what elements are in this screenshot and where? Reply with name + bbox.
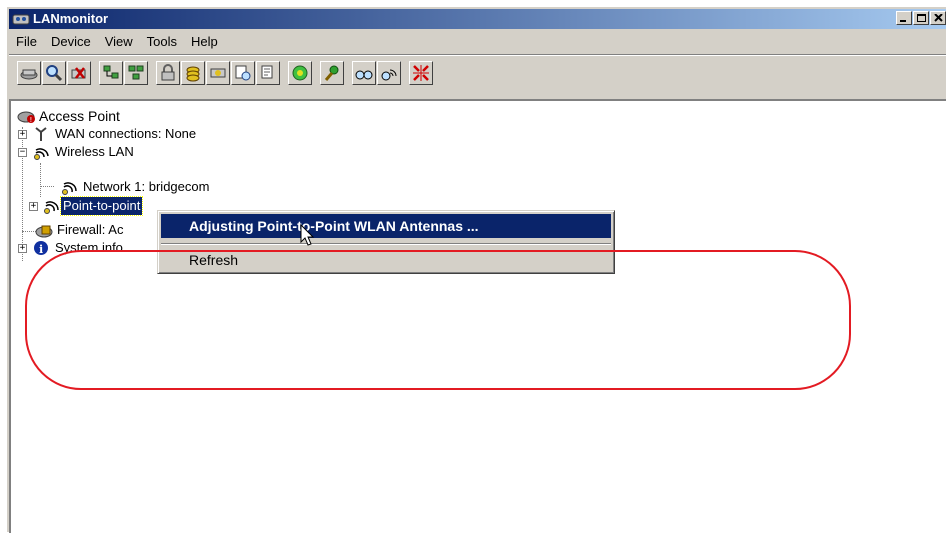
connect-button[interactable] bbox=[206, 61, 230, 85]
coins-icon bbox=[186, 66, 200, 82]
delete-device-icon bbox=[71, 67, 86, 79]
add-device-icon bbox=[20, 69, 38, 80]
device-info-icon bbox=[235, 65, 251, 81]
maximize-icon bbox=[917, 14, 926, 22]
coins-button[interactable] bbox=[181, 61, 205, 85]
collapse-all-button[interactable] bbox=[409, 61, 433, 85]
tree-label: Network 1: bridgecom bbox=[83, 179, 210, 194]
menu-separator bbox=[9, 54, 946, 56]
firewall-icon bbox=[35, 225, 53, 238]
tree-connector bbox=[40, 163, 41, 197]
wan-antenna-icon bbox=[35, 127, 47, 141]
wireless-network-icon bbox=[62, 182, 77, 195]
annotation-ellipse bbox=[25, 250, 851, 390]
lock-icon bbox=[161, 64, 175, 81]
expand-toggle[interactable]: + bbox=[18, 130, 27, 139]
tree-node-access-point[interactable]: ! Access Point bbox=[17, 107, 317, 125]
menu-file[interactable]: File bbox=[9, 32, 44, 52]
title-bar[interactable]: LANmonitor bbox=[9, 9, 946, 29]
tree-label-selected: Point-to-point bbox=[59, 196, 144, 216]
device-info-button[interactable] bbox=[231, 61, 255, 85]
device-log-button[interactable] bbox=[256, 61, 280, 85]
trace-button[interactable] bbox=[320, 61, 344, 85]
tree-view-button[interactable] bbox=[99, 61, 123, 85]
svg-text:i: i bbox=[39, 243, 43, 256]
menu-help[interactable]: Help bbox=[184, 32, 225, 52]
glasses-icon bbox=[355, 70, 373, 80]
expand-toggle[interactable]: + bbox=[18, 244, 27, 253]
toolbar bbox=[9, 57, 946, 91]
minimize-icon bbox=[900, 20, 906, 22]
tree-node-network1[interactable]: Network 1: bridgecom bbox=[61, 178, 361, 196]
caption-buttons bbox=[895, 11, 946, 27]
tree-label: Access Point bbox=[39, 108, 120, 124]
menu-item-adjust-antennas[interactable]: Adjusting Point-to-Point WLAN Antennas .… bbox=[161, 214, 611, 238]
delete-device-button[interactable] bbox=[67, 61, 91, 85]
collapse-toggle[interactable]: − bbox=[18, 148, 27, 157]
info-icon: i bbox=[34, 241, 48, 256]
access-point-icon: ! bbox=[17, 111, 35, 124]
menu-device[interactable]: Device bbox=[44, 32, 98, 52]
mouse-cursor-icon bbox=[300, 224, 315, 246]
list-view-icon bbox=[128, 65, 144, 80]
menu-tools[interactable]: Tools bbox=[140, 32, 184, 52]
search-device-icon bbox=[46, 65, 63, 82]
tree-view-icon bbox=[103, 65, 119, 79]
trace-icon bbox=[324, 65, 339, 81]
menu-view[interactable]: View bbox=[98, 32, 140, 52]
lock-button[interactable] bbox=[156, 61, 180, 85]
glasses-button[interactable] bbox=[352, 61, 376, 85]
window-title: LANmonitor bbox=[33, 11, 109, 26]
tree-connector bbox=[40, 186, 54, 187]
close-button[interactable] bbox=[930, 11, 946, 25]
tree-label: Firewall: Ac bbox=[57, 222, 124, 237]
point-to-point-icon bbox=[44, 201, 59, 214]
tree-label: Wireless LAN bbox=[55, 144, 134, 159]
maximize-button[interactable] bbox=[913, 11, 929, 25]
wireless-icon bbox=[34, 148, 49, 160]
connect-icon bbox=[210, 68, 226, 78]
wlan-icon bbox=[292, 65, 308, 81]
wlan-button[interactable] bbox=[288, 61, 312, 85]
lanmonitor-app-icon bbox=[12, 14, 30, 25]
expand-toggle[interactable]: + bbox=[29, 202, 38, 211]
menu-separator bbox=[161, 243, 611, 245]
tree-node-wireless-lan[interactable]: − Wireless LAN bbox=[17, 143, 317, 161]
tree-label: WAN connections: None bbox=[55, 126, 197, 141]
svg-text:!: ! bbox=[30, 116, 33, 124]
add-device-button[interactable] bbox=[17, 61, 41, 85]
device-log-icon bbox=[261, 65, 273, 79]
menu-bar: File Device View Tools Help bbox=[9, 31, 946, 53]
tree-node-wan[interactable]: + WAN connections: None bbox=[17, 125, 317, 143]
list-view-button[interactable] bbox=[124, 61, 148, 85]
close-icon bbox=[934, 14, 943, 22]
collapse-all-icon bbox=[413, 65, 429, 81]
wireless-glasses-icon bbox=[381, 69, 397, 81]
search-device-button[interactable] bbox=[42, 61, 66, 85]
minimize-button[interactable] bbox=[896, 11, 912, 25]
wireless-glasses-button[interactable] bbox=[377, 61, 401, 85]
